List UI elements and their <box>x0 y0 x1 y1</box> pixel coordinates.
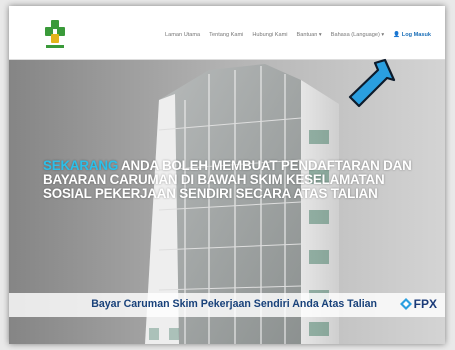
banner-text[interactable]: Bayar Caruman Skim Pekerjaan Sendiri And… <box>91 298 377 310</box>
nav-item-bahasa[interactable]: Bahasa (Language) ▾ <box>331 32 385 38</box>
nav-item-bantuan[interactable]: Bantuan ▾ <box>297 32 322 38</box>
screenshot-frame: Laman Utama Tentang Kami Hubungi Kami Ba… <box>0 0 455 350</box>
navbar: Laman Utama Tentang Kami Hubungi Kami Ba… <box>9 6 445 60</box>
web-page: Laman Utama Tentang Kami Hubungi Kami Ba… <box>9 6 445 344</box>
login-label: Log Masuk <box>401 32 431 38</box>
pointer-arrow-icon <box>348 58 396 108</box>
nav-item-tentang-kami[interactable]: Tentang Kami <box>209 32 243 38</box>
fpx-label: FPX <box>413 297 437 311</box>
nav-item-laman-utama[interactable]: Laman Utama <box>165 32 200 38</box>
fpx-icon <box>399 298 412 310</box>
logo-icon <box>45 20 65 48</box>
perkeso-logo[interactable] <box>43 18 67 50</box>
hero-headline: SEKARANG ANDA BOLEH MEMBUAT PENDAFTARAN … <box>43 159 423 201</box>
fpx-logo[interactable]: FPX <box>399 297 437 311</box>
login-link[interactable]: 👤 Log Masuk <box>393 32 431 38</box>
nav-item-hubungi-kami[interactable]: Hubungi Kami <box>252 32 287 38</box>
nav-menu: Laman Utama Tentang Kami Hubungi Kami Ba… <box>165 32 431 38</box>
user-icon: 👤 <box>393 32 401 38</box>
headline-accent: SEKARANG <box>43 158 119 173</box>
payment-banner[interactable]: Bayar Caruman Skim Pekerjaan Sendiri And… <box>9 293 445 317</box>
